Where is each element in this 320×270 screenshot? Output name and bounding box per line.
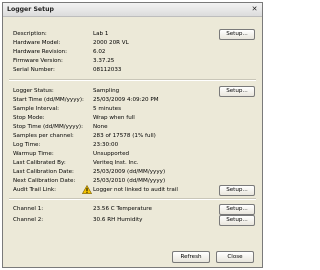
setup-status-button[interactable]: Setup... bbox=[219, 86, 255, 97]
warning-icon bbox=[82, 185, 92, 194]
close-button[interactable]: Close bbox=[216, 251, 254, 263]
setup-audit-trail-button[interactable]: Setup... bbox=[219, 185, 255, 196]
title-bar: Logger Setup ✕ bbox=[3, 3, 262, 17]
setup-channel-2-button[interactable]: Setup... bbox=[219, 215, 255, 226]
close-icon[interactable]: ✕ bbox=[250, 5, 259, 14]
window-title: Logger Setup bbox=[7, 6, 54, 13]
divider bbox=[9, 198, 256, 200]
logger-setup-window: Logger Setup ✕ Description: Lab 1 Setup.… bbox=[2, 2, 263, 268]
refresh-button[interactable]: Refresh bbox=[172, 251, 210, 263]
divider bbox=[9, 79, 256, 81]
setup-description-button[interactable]: Setup... bbox=[219, 29, 255, 40]
setup-channel-1-button[interactable]: Setup... bbox=[219, 204, 255, 215]
